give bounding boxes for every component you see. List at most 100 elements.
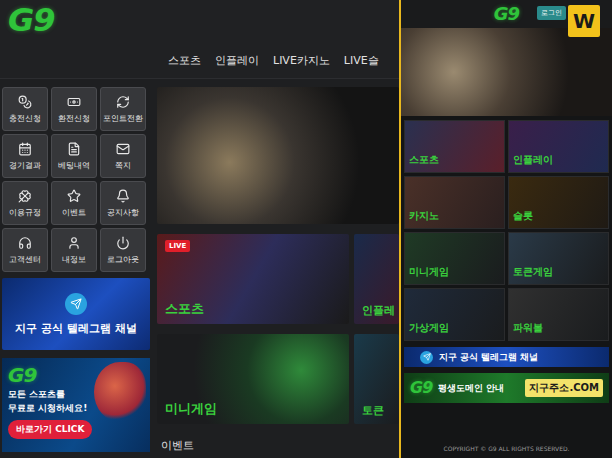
my-info-button[interactable]: 내정보 — [51, 228, 97, 272]
mobile-view: W G9 로그인스포츠 인플레이카지노 슬롯미니게임 토큰게임가상게임 파워볼지구 공식 텔… — [401, 0, 612, 458]
card-label: 미니게임 — [160, 400, 217, 418]
content: 충전신청 환전신청 포인트전환경기결과 베팅내역 쪽지이용규정 이벤트 공지사항고객센터 내정… — [0, 79, 399, 458]
banknote-icon — [67, 95, 81, 109]
header: G9 스포츠 인플레이 LIVE카지노 LIVE슬 — [0, 0, 399, 79]
notice-button[interactable]: 공지사항 — [100, 181, 146, 225]
promo-banner[interactable]: G9 모든 스포츠를무료로 시청하세요! 바로가기 CLICK — [2, 358, 150, 452]
bet-history-button[interactable]: 베팅내역 — [51, 134, 97, 178]
promo-logo: G9 — [8, 364, 92, 386]
support-button[interactable]: 고객센터 — [2, 228, 48, 272]
quick-label: 내정보 — [62, 254, 86, 265]
promo-line: 모든 스포츠를 — [8, 389, 92, 400]
mobile-logo[interactable]: G9 — [494, 4, 519, 24]
quick-label: 베팅내역 — [58, 160, 90, 171]
logo[interactable]: G9 — [8, 3, 55, 38]
promo-button[interactable]: 바로가기 CLICK — [8, 420, 92, 439]
page: G9스포츠인플레이LIVE카지노LIVE슬충전신청환전신청포인트전환경기결과베팅… — [0, 0, 612, 458]
hero-banner[interactable] — [157, 87, 399, 224]
telegram-text: 지구 공식 텔레그램 채널 — [439, 351, 538, 364]
domain-address: 지구주소.COM — [525, 379, 603, 397]
game-card[interactable]: 미니게임 — [157, 334, 349, 424]
nav-item[interactable]: LIVE슬 — [344, 53, 379, 68]
domain-title: 평생도메인 안내 — [438, 382, 519, 395]
message-button[interactable]: 쪽지 — [100, 134, 146, 178]
nav-item[interactable]: 인플레이 — [215, 53, 259, 68]
mobile-telegram-banner[interactable]: 지구 공식 텔레그램 채널 — [404, 347, 609, 367]
game-tile[interactable]: 토큰게임 — [508, 232, 609, 285]
event-button[interactable]: 이벤트 — [51, 181, 97, 225]
game-tile[interactable]: 파워볼 — [508, 288, 609, 341]
card-label: 인플레 — [357, 303, 395, 318]
document-icon — [67, 142, 81, 156]
quick-label: 로그아웃 — [107, 254, 139, 265]
tile-label: 미니게임 — [409, 265, 449, 279]
game-tile[interactable]: 미니게임 — [404, 232, 505, 285]
bell-icon — [116, 189, 130, 203]
logout-button[interactable]: 로그아웃 — [100, 228, 146, 272]
withdraw-button[interactable]: 환전신청 — [51, 87, 97, 131]
deposit-button[interactable]: 충전신청 — [2, 87, 48, 131]
game-card[interactable]: 토큰 — [354, 334, 399, 424]
nav-item[interactable]: LIVE카지노 — [273, 53, 330, 68]
mail-icon — [116, 142, 130, 156]
tile-label: 토큰게임 — [513, 265, 553, 279]
power-icon — [116, 236, 130, 250]
login-button[interactable]: 로그인 — [537, 6, 566, 20]
domain-logo: G9 — [410, 379, 432, 397]
game-tile[interactable]: 카지노 — [404, 176, 505, 229]
tile-label: 슬롯 — [513, 209, 533, 223]
logo-row: G9 — [0, 0, 399, 42]
game-tile[interactable]: 가상게임 — [404, 288, 505, 341]
quick-label: 쪽지 — [115, 160, 131, 171]
calendar-icon — [18, 142, 32, 156]
results-button[interactable]: 경기결과 — [2, 134, 48, 178]
game-card[interactable]: LIVE 스포츠 — [157, 234, 349, 324]
star-icon — [67, 189, 81, 203]
card-label: 토큰 — [357, 403, 384, 418]
game-tile[interactable]: 스포츠 — [404, 120, 505, 173]
mobile-hero[interactable] — [401, 28, 612, 116]
clover-icon — [18, 189, 32, 203]
card-label: 스포츠 — [160, 300, 204, 318]
coins-icon — [18, 95, 32, 109]
telegram-icon — [420, 351, 433, 364]
user-icon — [67, 236, 81, 250]
rules-button[interactable]: 이용규정 — [2, 181, 48, 225]
quick-label: 공지사항 — [107, 207, 139, 218]
tile-label: 카지노 — [409, 209, 439, 223]
watermark: W — [568, 5, 600, 37]
game-card[interactable]: 인플레 — [354, 234, 399, 324]
tile-label: 가상게임 — [409, 321, 449, 335]
quick-label: 환전신청 — [58, 113, 90, 124]
quick-label: 이벤트 — [62, 207, 86, 218]
card-row: LIVE 스포츠 인플레 — [157, 234, 399, 324]
sidebar: 충전신청 환전신청 포인트전환경기결과 베팅내역 쪽지이용규정 이벤트 공지사항고객센터 내정… — [2, 87, 150, 458]
athlete-picture — [94, 362, 146, 422]
quick-label: 이용규정 — [9, 207, 41, 218]
copyright: COPYRIGHT © G9 ALL RIGHTS RESERVED. — [401, 445, 612, 458]
live-badge: LIVE — [165, 240, 190, 252]
headphones-icon — [18, 236, 32, 250]
promo-line: 무료로 시청하세요! — [8, 403, 92, 414]
nav-item[interactable]: 스포츠 — [168, 53, 201, 68]
telegram-icon — [65, 293, 87, 315]
quick-label: 고객센터 — [9, 254, 41, 265]
point-exchange-button[interactable]: 포인트전환 — [100, 87, 146, 131]
quick-label: 경기결과 — [9, 160, 41, 171]
tile-label: 인플레이 — [513, 153, 553, 167]
quick-label: 포인트전환 — [103, 113, 143, 124]
domain-banner[interactable]: G9 평생도메인 안내 지구주소.COM — [404, 373, 609, 403]
game-tiles: 스포츠 인플레이카지노 슬롯미니게임 토큰게임가상게임 파워볼 — [401, 116, 612, 341]
promo-content: G9 모든 스포츠를무료로 시청하세요! 바로가기 CLICK — [8, 364, 92, 446]
refresh-icon — [116, 95, 130, 109]
main-nav: 스포츠 인플레이 LIVE카지노 LIVE슬 — [0, 42, 399, 78]
game-tile[interactable]: 슬롯 — [508, 176, 609, 229]
desktop-view: G9 스포츠 인플레이 LIVE카지노 LIVE슬충전신청 환전신청 포인트전환경기결과 베팅… — [0, 0, 399, 458]
quick-label: 충전신청 — [9, 113, 41, 124]
game-tile[interactable]: 인플레이 — [508, 120, 609, 173]
telegram-banner[interactable]: 지구 공식 텔레그램 채널 — [2, 278, 150, 350]
main: LIVE스포츠인플레미니게임토큰이벤트 — [157, 87, 399, 458]
quick-menu: 충전신청 환전신청 포인트전환경기결과 베팅내역 쪽지이용규정 이벤트 공지사항고객센터 내정… — [2, 87, 150, 272]
tile-label: 스포츠 — [409, 153, 439, 167]
telegram-text: 지구 공식 텔레그램 채널 — [15, 321, 137, 336]
